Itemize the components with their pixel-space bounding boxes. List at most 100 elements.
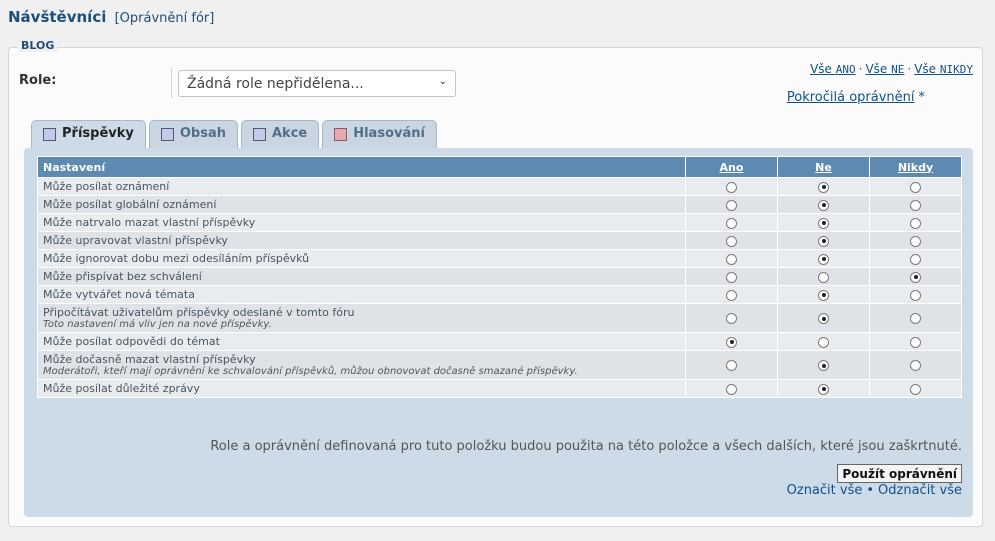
tab-label: Obsah: [179, 126, 226, 141]
setting-label: Může posílat odpovědi do témat: [43, 335, 220, 348]
radio-yes[interactable]: [726, 217, 737, 229]
setting-label: Může natrvalo mazat vlastní příspěvky: [43, 216, 256, 229]
header-yes-link[interactable]: Ano: [720, 161, 744, 174]
radio-yes[interactable]: [726, 253, 737, 265]
tab-label: Hlasování: [353, 126, 425, 141]
role-select[interactable]: Žádná role nepřidělena... ⌄: [178, 70, 456, 97]
role-divider: [171, 68, 172, 98]
radio-no[interactable]: [818, 235, 829, 247]
setting-cell: Může posílat globální oznámení: [37, 195, 686, 214]
radio-never[interactable]: [910, 313, 921, 324]
advanced-permissions: Pokročilá oprávnění *: [787, 90, 925, 105]
all-yes-link[interactable]: Vše ANO: [810, 62, 856, 76]
radio-never[interactable]: [910, 199, 921, 211]
radio-yes[interactable]: [726, 383, 737, 395]
tab-content[interactable]: Obsah: [148, 120, 238, 148]
header-setting: Nastavení: [37, 156, 686, 178]
tab-posts[interactable]: Příspěvky: [31, 120, 146, 150]
radio-no[interactable]: [818, 336, 829, 348]
separator: ·: [907, 62, 912, 76]
bullet: •: [866, 483, 875, 498]
radio-never[interactable]: [910, 253, 921, 265]
radio-yes[interactable]: [726, 313, 737, 324]
table-row: Může posílat důležité zprávy: [37, 379, 962, 398]
tab-polls[interactable]: Hlasování: [322, 120, 437, 148]
radio-yes[interactable]: [726, 235, 737, 247]
radio-yes[interactable]: [726, 336, 737, 348]
radio-yes[interactable]: [726, 181, 737, 193]
option-cell-never: [869, 379, 962, 398]
unmark-all-link[interactable]: Odznačit vše: [878, 483, 962, 498]
radio-never[interactable]: [910, 271, 921, 283]
setting-cell: Může přispívat bez schválení: [37, 267, 686, 286]
header-never: Nikdy: [869, 156, 962, 178]
radio-yes[interactable]: [726, 360, 737, 371]
radio-yes[interactable]: [726, 271, 737, 283]
option-cell-no: [777, 213, 870, 232]
radio-yes[interactable]: [726, 199, 737, 211]
option-cell-yes: [685, 231, 778, 250]
radio-no[interactable]: [818, 181, 829, 193]
setting-label: Může přispívat bez schválení: [43, 270, 202, 283]
radio-yes[interactable]: [726, 289, 737, 301]
square-icon: [334, 128, 348, 141]
mark-all-link[interactable]: Označit vše: [787, 483, 863, 498]
option-cell-yes: [685, 267, 778, 286]
option-cell-no: [777, 177, 870, 196]
radio-never[interactable]: [910, 360, 921, 371]
radio-no[interactable]: [818, 199, 829, 211]
radio-never[interactable]: [910, 217, 921, 229]
table-row: Může natrvalo mazat vlastní příspěvky: [37, 213, 962, 232]
radio-no[interactable]: [818, 289, 829, 301]
radio-never[interactable]: [910, 181, 921, 193]
table-row: Připočítávat uživatelům příspěvky odesla…: [37, 303, 962, 333]
radio-no[interactable]: [818, 217, 829, 229]
info-note: Role a oprávnění definovaná pro tuto pol…: [210, 439, 962, 454]
option-cell-yes: [685, 249, 778, 268]
tab-actions[interactable]: Akce: [240, 120, 320, 148]
radio-no[interactable]: [818, 383, 829, 395]
setting-label: Může posílat globální oznámení: [43, 198, 217, 211]
option-cell-yes: [685, 213, 778, 232]
setting-cell: Připočítávat uživatelům příspěvky odesla…: [37, 303, 686, 333]
radio-never[interactable]: [910, 235, 921, 247]
radio-never[interactable]: [910, 289, 921, 301]
option-cell-never: [869, 303, 962, 333]
setting-explain: Moderátoři, kteří mají oprávnění ke schv…: [43, 366, 578, 377]
square-icon: [160, 128, 174, 141]
option-cell-never: [869, 231, 962, 250]
all-no-label: NE: [891, 63, 905, 76]
all-never-link[interactable]: Vše NIKDY: [914, 62, 973, 76]
option-cell-yes: [685, 285, 778, 304]
option-cell-yes: [685, 350, 778, 380]
apply-permissions-button[interactable]: Použít oprávnění: [837, 464, 962, 483]
advanced-permissions-link[interactable]: Pokročilá oprávnění: [787, 90, 915, 105]
role-select-value: Žádná role nepřidělena...: [187, 76, 364, 92]
option-cell-yes: [685, 177, 778, 196]
table-row: Může upravovat vlastní příspěvky: [37, 231, 962, 250]
setting-cell: Může ignorovat dobu mezi odesíláním přís…: [37, 249, 686, 268]
all-yes-label: ANO: [835, 63, 856, 76]
option-cell-never: [869, 195, 962, 214]
radio-never[interactable]: [910, 383, 921, 395]
radio-no[interactable]: [818, 253, 829, 265]
asterisk: *: [918, 90, 926, 105]
table-row: Může posílat globální oznámení: [37, 195, 962, 214]
setting-cell: Může dočasně mazat vlastní příspěvky Mode…: [37, 350, 686, 380]
radio-no[interactable]: [818, 360, 829, 371]
option-cell-no: [777, 195, 870, 214]
page-title: Návštěvníci [Oprávnění fór]: [8, 8, 214, 26]
option-cell-never: [869, 249, 962, 268]
radio-no[interactable]: [818, 271, 829, 283]
option-cell-no: [777, 285, 870, 304]
page-subtitle: [Oprávnění fór]: [114, 11, 215, 26]
header-never-link[interactable]: Nikdy: [898, 161, 933, 174]
chevron-down-icon: ⌄: [438, 76, 447, 87]
separator: ·: [858, 62, 863, 76]
radio-no[interactable]: [818, 313, 829, 324]
radio-never[interactable]: [910, 336, 921, 348]
all-no-link[interactable]: Vše NE: [865, 62, 904, 76]
table-row: Může posílat odpovědi do témat: [37, 332, 962, 351]
option-cell-never: [869, 267, 962, 286]
header-no-link[interactable]: Ne: [815, 161, 832, 174]
